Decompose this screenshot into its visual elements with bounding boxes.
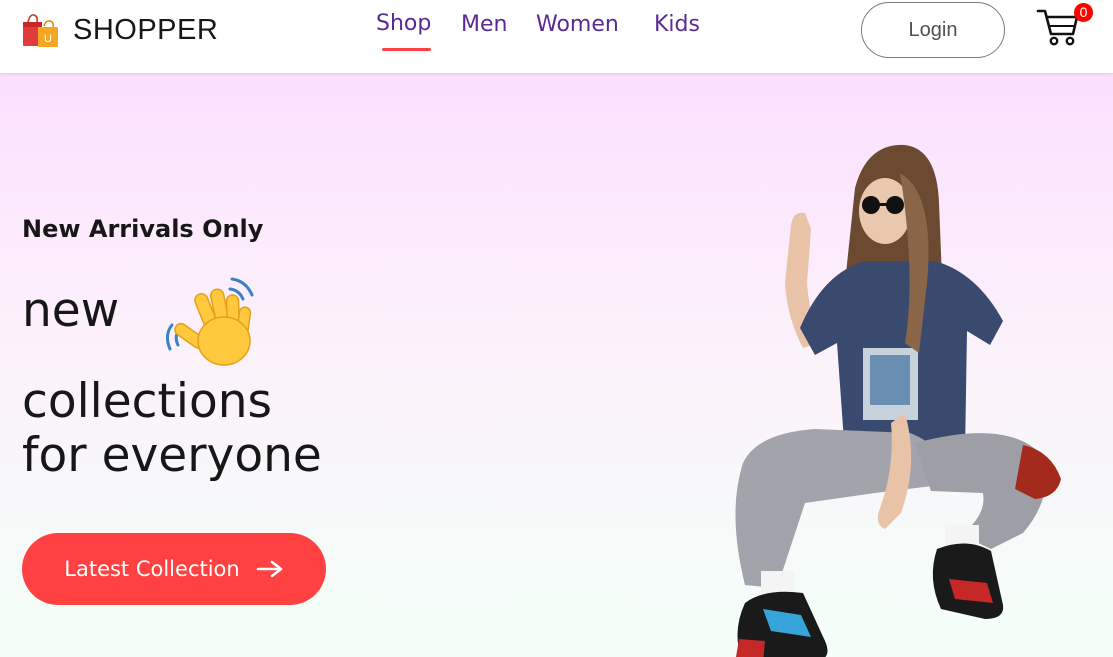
arrow-right-icon [256, 560, 283, 578]
cart-count-badge: 0 [1074, 3, 1093, 22]
shopping-bags-icon: U [23, 14, 58, 47]
nav-item-shop[interactable]: Shop [376, 11, 431, 36]
svg-text:U: U [44, 33, 52, 45]
cart-button[interactable]: 0 [1036, 3, 1093, 48]
brand[interactable]: U SHOPPER [22, 12, 218, 48]
latest-collection-button[interactable]: Latest Collection [22, 533, 326, 605]
hero-section: New Arrivals Only new collections for ev… [0, 73, 1113, 657]
hero-headline-new: new [22, 283, 120, 338]
waving-hand-icon [165, 277, 254, 366]
nav-item-women[interactable]: Women [536, 12, 619, 37]
nav-item-men[interactable]: Men [461, 12, 507, 37]
login-button[interactable]: Login [861, 2, 1005, 58]
brand-name: SHOPPER [73, 13, 219, 46]
navbar: U SHOPPER Shop Men Women Kids Login 0 [0, 0, 1113, 73]
hero-headline-collections: collections [22, 374, 272, 429]
hero-headline-everyone: for everyone [22, 428, 322, 483]
latest-collection-label: Latest Collection [64, 557, 240, 581]
active-nav-indicator [382, 48, 431, 51]
hero-subtitle: New Arrivals Only [22, 215, 264, 243]
model-sitting-photo [735, 144, 1061, 657]
nav-item-kids[interactable]: Kids [654, 12, 700, 37]
